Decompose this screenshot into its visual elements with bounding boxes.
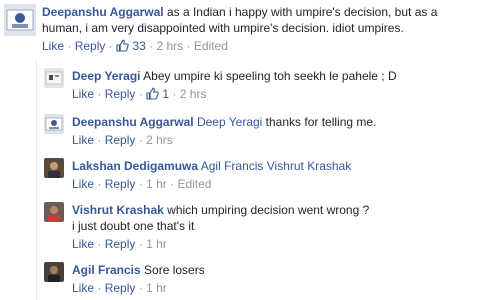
like-button[interactable]: Like [72, 87, 94, 101]
separator: · [170, 177, 175, 191]
separator: · [67, 39, 72, 53]
comment-actions: Like · Reply · 1 hr [72, 236, 477, 252]
avatar[interactable] [44, 68, 64, 88]
author-name[interactable]: Deep Yeragi [72, 69, 140, 83]
like-count[interactable]: 33 [116, 39, 149, 53]
author-name[interactable]: Deepanshu Aggarwal [72, 115, 194, 129]
avatar[interactable] [44, 262, 64, 282]
tagged-user[interactable]: Deep Yeragi [197, 115, 262, 129]
separator: · [97, 133, 102, 147]
reply-button[interactable]: Reply [105, 281, 136, 295]
edited-label[interactable]: Edited [194, 39, 228, 53]
like-button[interactable]: Like [42, 39, 64, 53]
comment-actions: Like · Reply · 1 hr [72, 280, 477, 296]
like-button[interactable]: Like [72, 133, 94, 147]
comment-text: Lakshan Dedigamuwa Agil Francis Vishrut … [72, 158, 477, 174]
author-name[interactable]: Vishrut Krashak [72, 203, 164, 217]
separator: · [138, 177, 143, 191]
comment-text-content: thanks for telling me. [265, 115, 377, 129]
reply-button[interactable]: Reply [75, 39, 106, 53]
comment-actions: Like · Reply · 1 · 2 hrs [72, 86, 477, 102]
timestamp[interactable]: 1 hr [146, 237, 167, 251]
avatar[interactable] [4, 4, 36, 36]
timestamp[interactable]: 2 hrs [180, 87, 207, 101]
like-button[interactable]: Like [72, 281, 94, 295]
separator: · [138, 133, 143, 147]
comment-text-line1: as a Indian i happy with umpire's decisi… [166, 5, 438, 19]
reply-button[interactable]: Reply [105, 237, 136, 251]
timestamp[interactable]: 1 hr [146, 177, 167, 191]
comment-actions: Like · Reply · 33 · 2 hrs · Edited [42, 38, 477, 54]
author-name[interactable]: Agil Francis [72, 263, 141, 277]
comment-text: Vishrut Krashak which umpiring decision … [72, 202, 477, 234]
timestamp[interactable]: 1 hr [146, 281, 167, 295]
comment-text-content: Abey umpire ki speeling toh seekh le pah… [143, 69, 397, 83]
like-count[interactable]: 1 [146, 87, 172, 101]
comment-body: Deepanshu Aggarwal as a Indian i happy w… [42, 4, 477, 54]
separator: · [97, 237, 102, 251]
separator: · [186, 39, 191, 53]
comment-body: Deepanshu Aggarwal Deep Yeragi thanks fo… [72, 114, 477, 148]
comment-text: Deepanshu Aggarwal as a Indian i happy w… [42, 4, 477, 36]
timestamp[interactable]: 2 hrs [156, 39, 183, 53]
separator: · [149, 39, 154, 53]
separator: · [138, 87, 143, 101]
comment-actions: Like · Reply · 1 hr · Edited [72, 176, 477, 192]
reply-button[interactable]: Reply [105, 133, 136, 147]
like-count-value: 1 [162, 87, 170, 101]
thumbs-up-icon [146, 87, 159, 100]
author-name[interactable]: Deepanshu Aggarwal [42, 5, 164, 19]
comment-text: Agil Francis Sore losers [72, 262, 477, 278]
separator: · [108, 39, 113, 53]
comment-text: Deepanshu Aggarwal Deep Yeragi thanks fo… [72, 114, 477, 130]
separator: · [97, 87, 102, 101]
comment-body: Deep Yeragi Abey umpire ki speeling toh … [72, 68, 477, 102]
separator: · [172, 87, 177, 101]
separator: · [97, 281, 102, 295]
tagged-users[interactable]: Agil Francis Vishrut Krashak [201, 159, 352, 173]
comment-text-line2: human, i am very disappointed with umpir… [42, 21, 404, 35]
comment-body: Vishrut Krashak which umpiring decision … [72, 202, 477, 252]
avatar[interactable] [44, 114, 64, 134]
thread-line [36, 58, 37, 300]
like-count-value: 33 [132, 39, 146, 53]
like-button[interactable]: Like [72, 177, 94, 191]
comment-actions: Like · Reply · 2 hrs [72, 132, 477, 148]
comment-body: Lakshan Dedigamuwa Agil Francis Vishrut … [72, 158, 477, 192]
avatar[interactable] [44, 158, 64, 178]
separator: · [138, 281, 143, 295]
thumbs-up-icon [116, 39, 129, 52]
reply-button[interactable]: Reply [105, 177, 136, 191]
separator: · [138, 237, 143, 251]
comment-text: Deep Yeragi Abey umpire ki speeling toh … [72, 68, 477, 84]
comment-text-line1: which umpiring decision went wrong ? [167, 203, 370, 217]
separator: · [97, 177, 102, 191]
like-button[interactable]: Like [72, 237, 94, 251]
timestamp[interactable]: 2 hrs [146, 133, 173, 147]
comment-body: Agil Francis Sore losers Like · Reply · … [72, 262, 477, 296]
reply-button[interactable]: Reply [105, 87, 136, 101]
comment-text-line2: i just doubt one that's it [72, 219, 195, 233]
author-name[interactable]: Lakshan Dedigamuwa [72, 159, 198, 173]
avatar[interactable] [44, 202, 64, 222]
edited-label[interactable]: Edited [177, 177, 211, 191]
comment-text-content: Sore losers [144, 263, 205, 277]
